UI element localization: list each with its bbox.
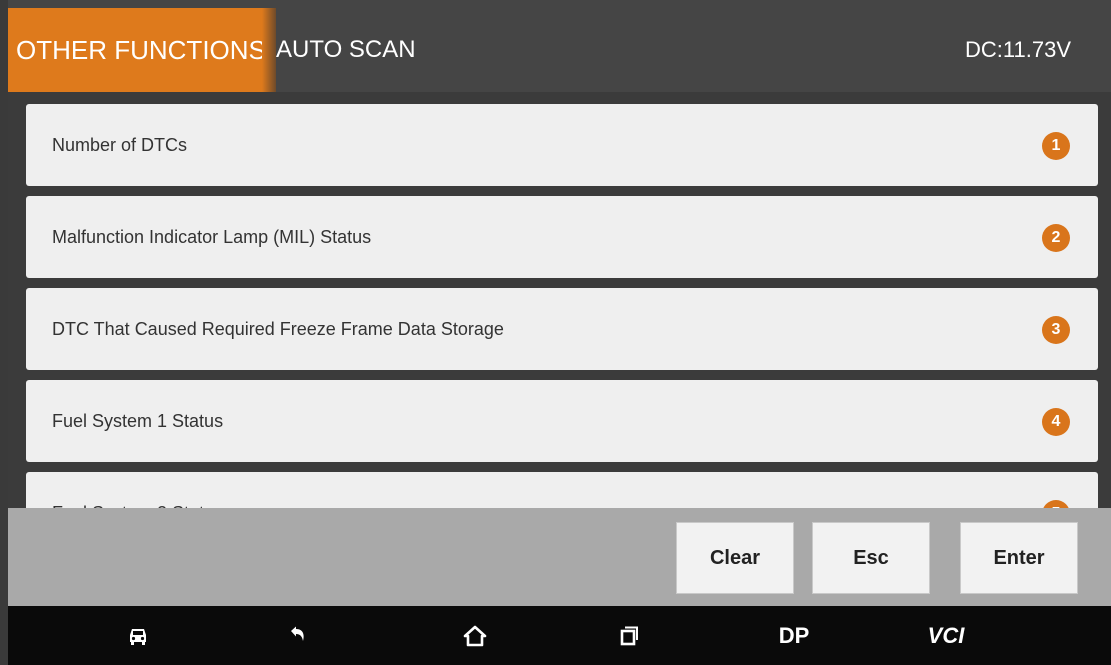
number-badge: 1 [1042,132,1070,160]
vci-button[interactable]: VCI [916,606,976,665]
number-badge: 4 [1042,408,1070,436]
function-list[interactable]: Number of DTCs 1 Malfunction Indicator L… [26,104,1098,508]
car-icon[interactable] [108,606,168,665]
top-bar: OTHER FUNCTIONS AUTO SCAN DC:11.73V [8,0,1111,92]
list-item[interactable]: Number of DTCs 1 [26,104,1098,186]
app-frame: OTHER FUNCTIONS AUTO SCAN DC:11.73V Numb… [8,0,1111,665]
number-badge: 2 [1042,224,1070,252]
list-item[interactable]: Malfunction Indicator Lamp (MIL) Status … [26,196,1098,278]
back-icon[interactable] [268,606,328,665]
tab-other-functions[interactable]: OTHER FUNCTIONS [8,8,268,92]
home-icon[interactable] [445,606,505,665]
number-badge: 3 [1042,316,1070,344]
dp-button[interactable]: DP [764,606,824,665]
list-item[interactable]: Fuel System 2 Status 5 [26,472,1098,508]
list-item-label: DTC That Caused Required Freeze Frame Da… [52,319,504,339]
number-badge: 5 [1042,500,1070,508]
system-nav-bar: DP VCI [8,606,1111,665]
recent-apps-icon[interactable] [598,606,658,665]
tab-separator [262,8,276,92]
voltage-readout: DC:11.73V [965,37,1071,62]
list-item[interactable]: Fuel System 1 Status 4 [26,380,1098,462]
list-item[interactable]: DTC That Caused Required Freeze Frame Da… [26,288,1098,370]
enter-button[interactable]: Enter [960,522,1078,594]
breadcrumb: AUTO SCAN [276,36,416,63]
list-item-label: Number of DTCs [52,135,188,155]
list-item-label: Fuel System 2 Status [52,472,223,508]
clear-button[interactable]: Clear [676,522,794,594]
list-item-label: Fuel System 1 Status [52,411,224,431]
list-item-label: Malfunction Indicator Lamp (MIL) Status [52,227,372,247]
esc-button[interactable]: Esc [812,522,930,594]
button-bar: Clear Esc Enter [8,508,1111,606]
